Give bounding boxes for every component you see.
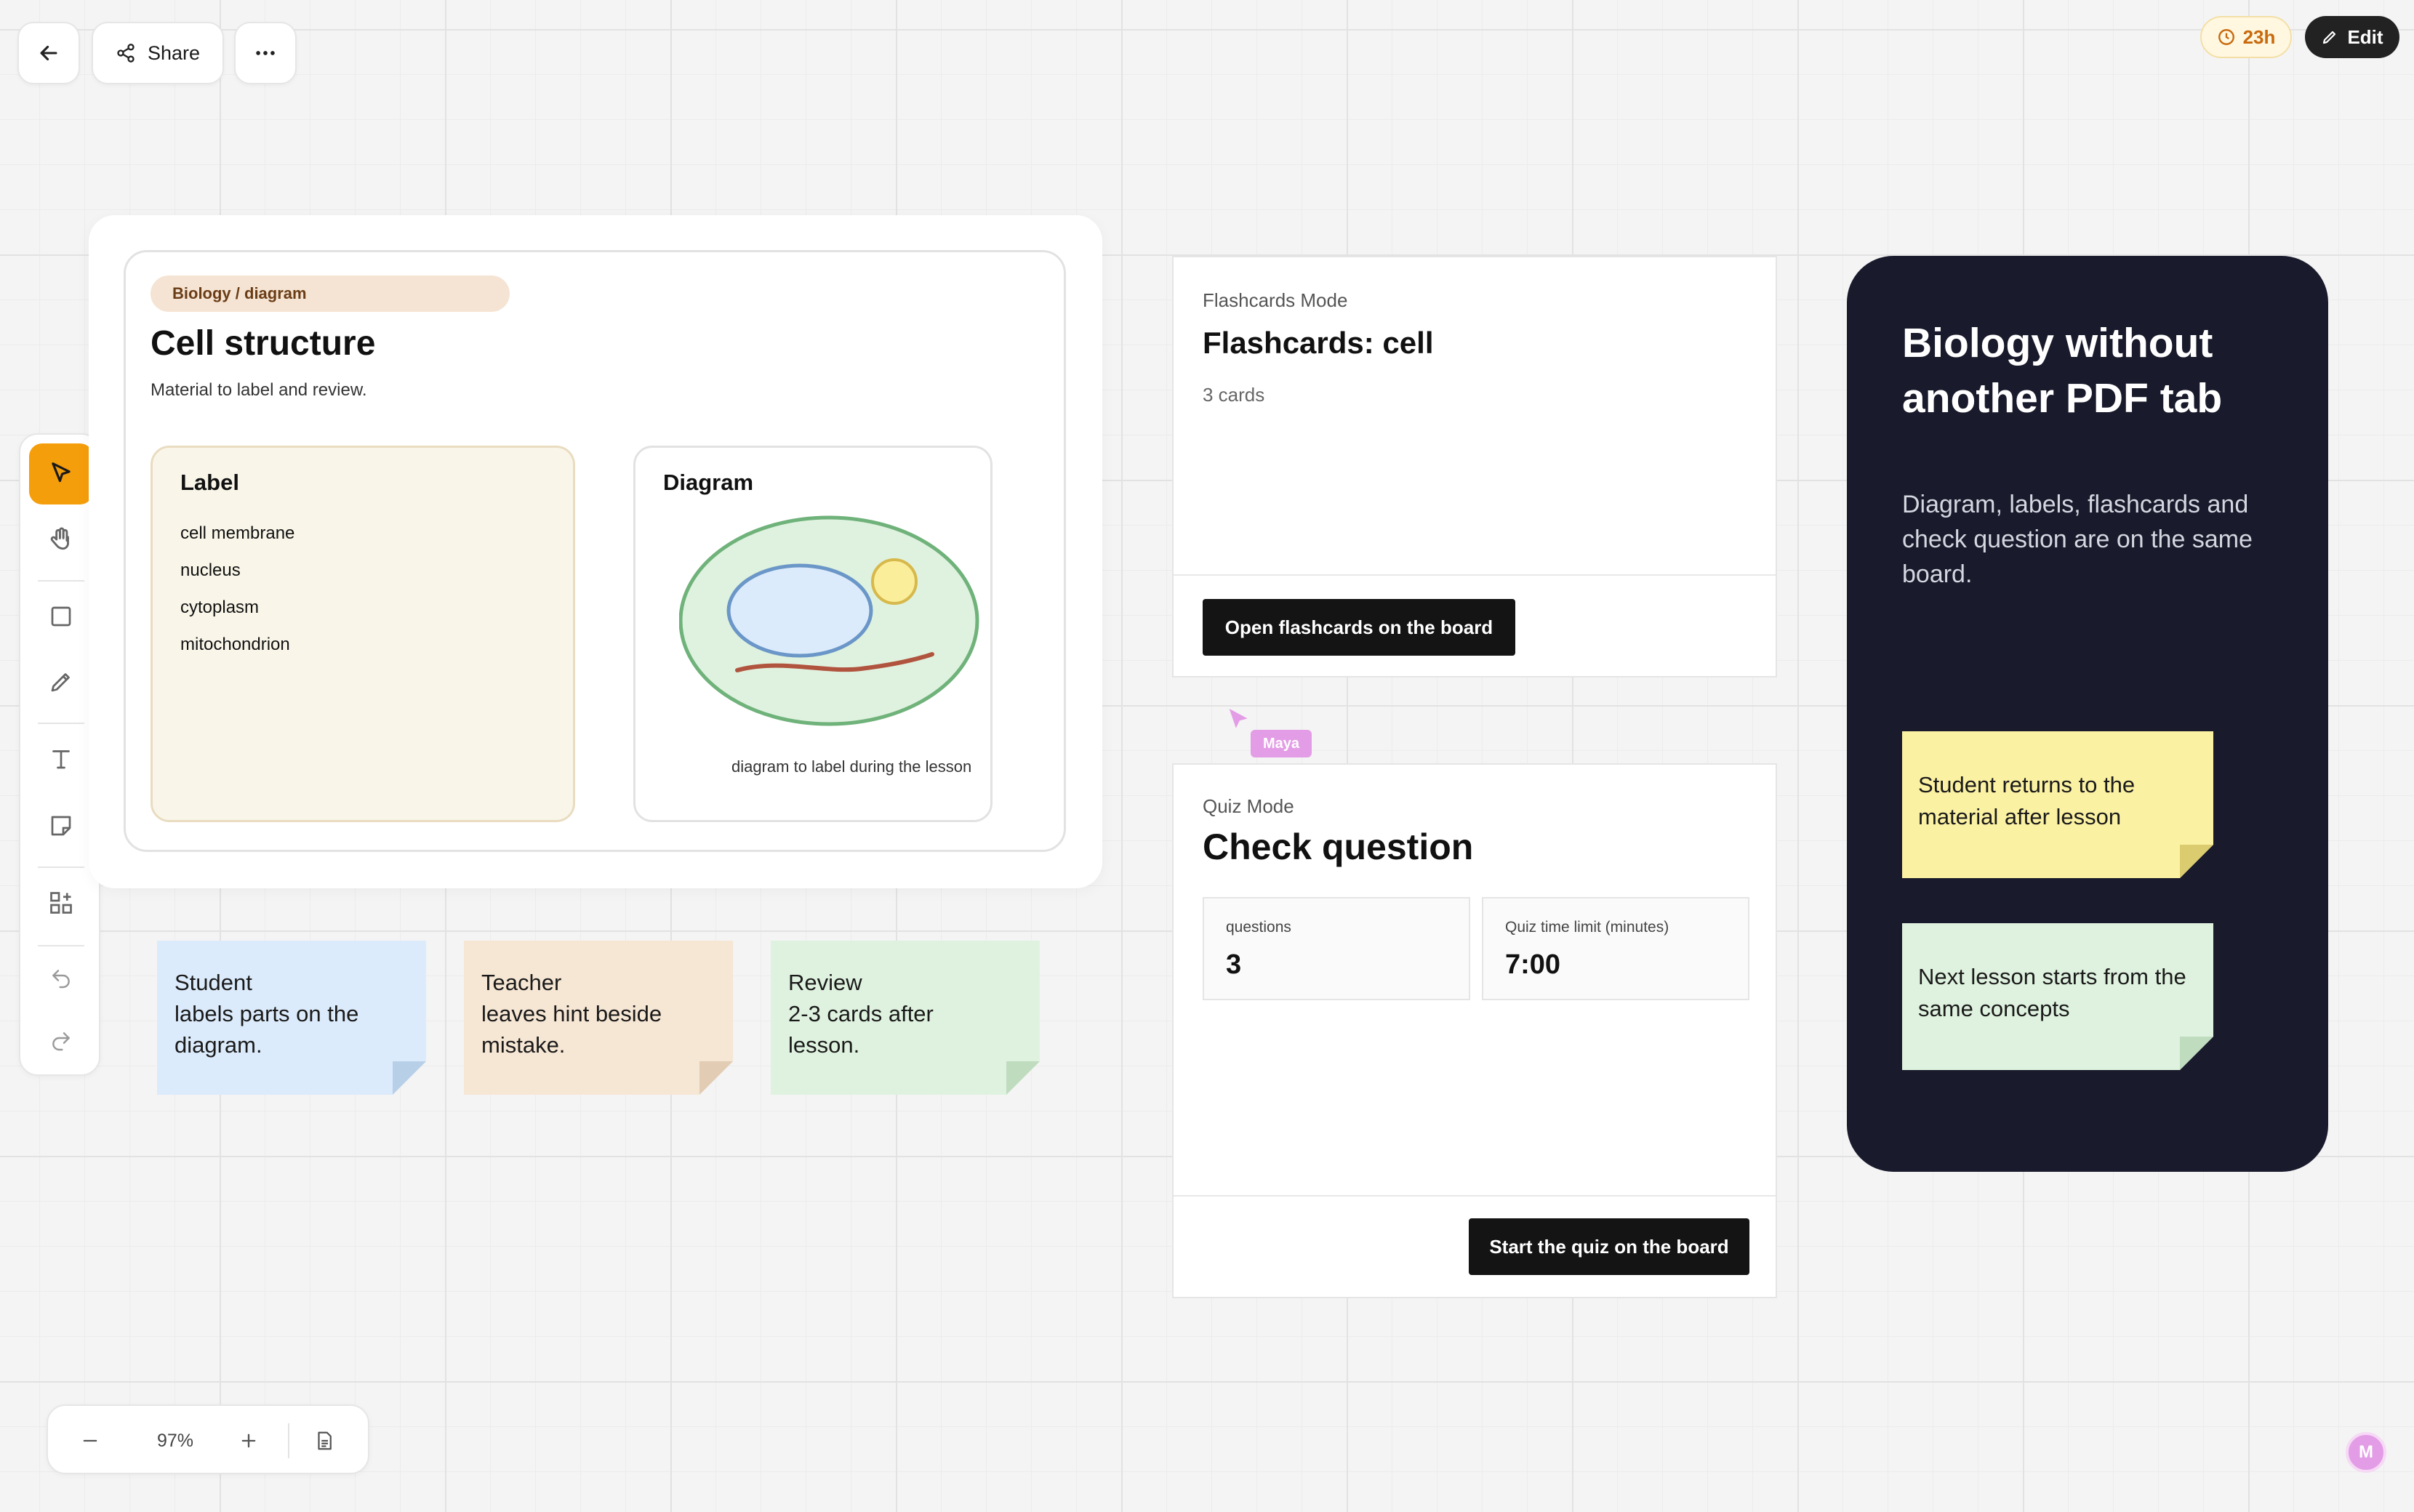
promo-text: Diagram, labels, flashcards and check qu… (1902, 491, 2253, 588)
diagram-caption: diagram to label during the lesson (731, 757, 972, 776)
share-button[interactable]: Share (92, 22, 224, 84)
undo-icon (49, 967, 73, 990)
sticky-fold (2180, 1037, 2213, 1070)
label-box[interactable]: Label cell membrane nucleus cytoplasm mi… (151, 446, 575, 822)
sticky-note-student[interactable]: Student labels parts on the diagram. (157, 941, 426, 1095)
questions-value: 3 (1226, 949, 1242, 980)
sticky-note-tool[interactable] (29, 795, 93, 856)
edit-button[interactable]: Edit (2305, 16, 2399, 58)
quiz-panel[interactable]: Quiz Mode Check question questions 3 Qui… (1172, 763, 1777, 1298)
panel-divider (1174, 1195, 1776, 1197)
text-tool[interactable] (29, 728, 93, 789)
diagram-box-title: Diagram (663, 470, 754, 495)
promo-note-returns[interactable]: Student returns to the material after le… (1902, 731, 2213, 878)
sticky-note-text: Review 2-3 cards after lesson. (771, 941, 1040, 1095)
time-limit-stat: Quiz time limit (minutes) 7:00 (1482, 897, 1749, 1000)
plus-icon (238, 1431, 259, 1451)
more-horizontal-icon (253, 41, 278, 65)
flashcards-mode-label: Flashcards Mode (1203, 289, 1348, 311)
redo-button[interactable] (29, 1010, 93, 1071)
edit-label: Edit (2347, 25, 2383, 48)
questions-stat: questions 3 (1203, 897, 1470, 1000)
flashcards-count: 3 cards (1203, 384, 1265, 406)
label-item: cell membrane (180, 523, 295, 543)
quiz-mode-label: Quiz Mode (1203, 795, 1294, 817)
cursor-arrow-icon (47, 460, 75, 488)
sticky-note-text: Student labels parts on the diagram. (157, 941, 426, 1095)
document-icon (313, 1430, 335, 1452)
zoom-level[interactable]: 97% (135, 1431, 215, 1452)
back-button[interactable] (17, 22, 80, 84)
quiz-title: Check question (1203, 827, 1474, 867)
pencil-icon (48, 669, 74, 695)
promo-note-text: Next lesson starts from the same concept… (1902, 923, 2213, 1070)
toolbar-divider (38, 580, 84, 582)
toolbar-divider (38, 723, 84, 724)
zoom-in-button[interactable] (228, 1422, 269, 1460)
share-label: Share (147, 41, 201, 64)
sticky-fold (393, 1061, 426, 1095)
square-icon (48, 603, 74, 630)
subject-tag: Biology / diagram (151, 276, 510, 312)
toolbar-divider (38, 945, 84, 946)
label-box-title: Label (180, 470, 239, 495)
sticky-note-text: Teacher leaves hint beside mistake. (464, 941, 733, 1095)
clock-icon (2217, 28, 2236, 47)
diagram-box[interactable]: Diagram diagram to label during the less… (633, 446, 993, 822)
open-flashcards-button[interactable]: Open flashcards on the board (1203, 599, 1515, 656)
time-limit-value: 7:00 (1505, 949, 1561, 980)
pencil-tool[interactable] (29, 651, 93, 712)
timer-badge[interactable]: 23h (2200, 16, 2292, 58)
promo-note-next-lesson[interactable]: Next lesson starts from the same concept… (1902, 923, 2213, 1070)
zoom-divider (288, 1423, 289, 1458)
hand-icon (47, 526, 75, 553)
rectangle-tool[interactable] (29, 586, 93, 647)
sticky-fold (699, 1061, 733, 1095)
start-quiz-button[interactable]: Start the quiz on the board (1469, 1218, 1749, 1275)
panel-divider (1174, 574, 1776, 576)
cell-structure-card[interactable]: Biology / diagram Cell structure Materia… (124, 250, 1066, 852)
promo-title: Biology without another PDF tab (1902, 320, 2223, 422)
zoom-out-button[interactable] (70, 1422, 111, 1460)
card-title: Cell structure (151, 324, 376, 363)
sticky-note-teacher[interactable]: Teacher leaves hint beside mistake. (464, 941, 733, 1095)
redo-icon (49, 1029, 73, 1053)
card-subtitle: Material to label and review. (151, 380, 367, 400)
grid-plus-icon (48, 890, 74, 916)
timer-label: 23h (2242, 25, 2276, 48)
label-item: nucleus (180, 560, 241, 580)
sticky-note-icon (48, 813, 74, 839)
collaborator-name-tag: Maya (1251, 730, 1312, 757)
flashcards-title: Flashcards: cell (1203, 326, 1434, 360)
sticky-fold (2180, 845, 2213, 878)
time-limit-label: Quiz time limit (minutes) (1505, 919, 1669, 936)
flashcards-panel[interactable]: Flashcards Mode Flashcards: cell 3 cards… (1172, 256, 1777, 677)
text-icon (48, 746, 74, 772)
sticky-fold (1006, 1061, 1040, 1095)
collaborator-cursor-icon (1224, 705, 1254, 734)
sticky-note-review[interactable]: Review 2-3 cards after lesson. (771, 941, 1040, 1095)
select-tool[interactable] (29, 443, 93, 504)
arrow-left-icon (36, 41, 61, 65)
hand-tool[interactable] (29, 509, 93, 570)
promo-note-text: Student returns to the material after le… (1902, 731, 2213, 878)
components-tool[interactable] (29, 872, 93, 933)
undo-button[interactable] (29, 948, 93, 1009)
share-icon (116, 43, 136, 63)
questions-label: questions (1226, 919, 1291, 936)
pencil-icon (2321, 28, 2338, 46)
label-item: cytoplasm (180, 598, 260, 617)
zoom-controls: 97% (47, 1404, 369, 1474)
toolbar-divider (38, 866, 84, 868)
pages-button[interactable] (304, 1422, 345, 1460)
label-item: mitochondrion (180, 635, 290, 654)
promo-card[interactable]: Biology without another PDF tab Diagram,… (1847, 256, 2328, 1172)
more-options-button[interactable] (234, 22, 297, 84)
cell-diagram-illustration (679, 515, 979, 726)
minus-icon (80, 1431, 100, 1451)
user-avatar[interactable]: M (2346, 1432, 2386, 1473)
